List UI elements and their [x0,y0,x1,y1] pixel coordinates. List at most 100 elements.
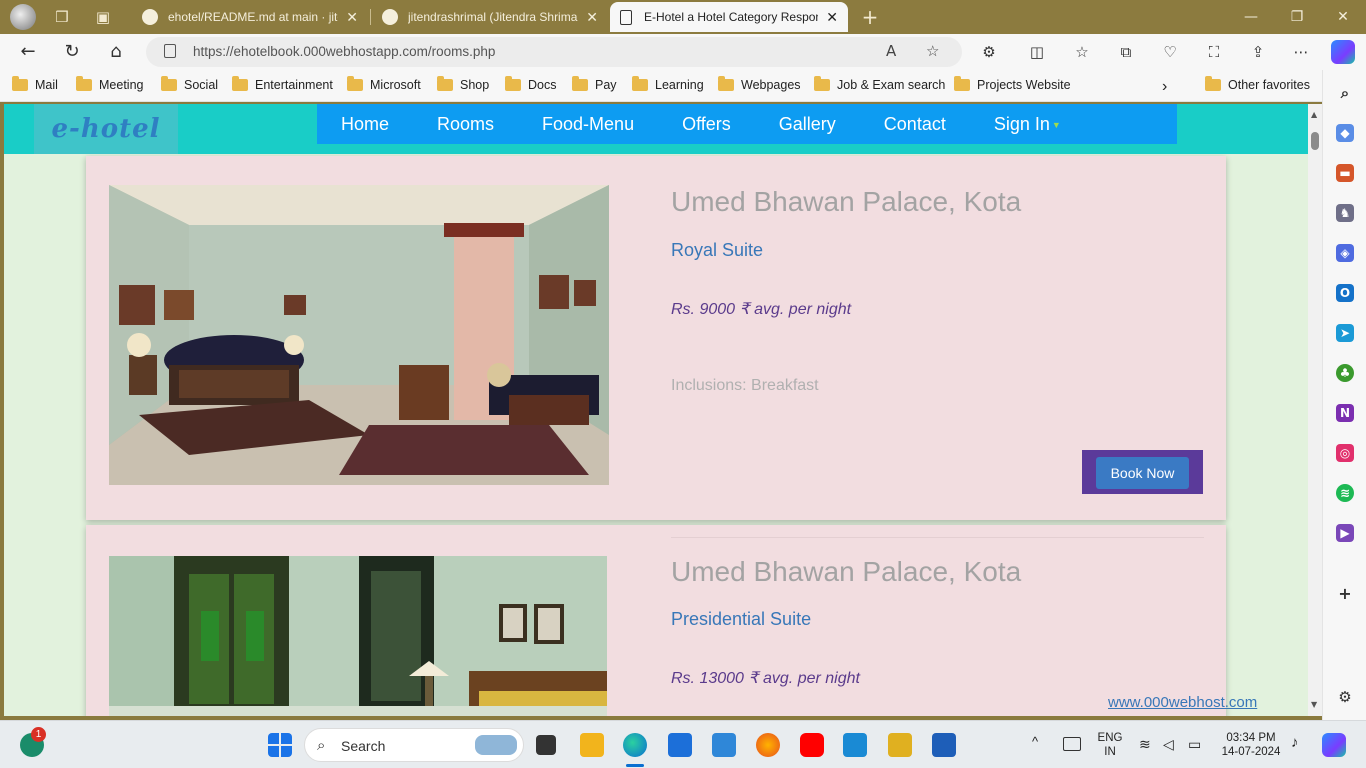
menu-offers[interactable]: Offers [682,114,731,135]
favorite-social[interactable]: Social [161,76,218,92]
taskbar-search[interactable]: ⌕ Search [304,728,524,762]
room-type: Presidential Suite [671,609,812,629]
add-icon[interactable]: + [1336,585,1354,603]
profile-avatar[interactable] [10,4,36,30]
vscode-icon[interactable] [843,733,867,757]
instagram-icon[interactable]: ◎ [1336,444,1354,462]
tab-ehotel[interactable]: E-Hotel a Hotel Category Respon ✕ [610,2,848,32]
games-icon[interactable]: ♞ [1336,204,1354,222]
favorite-star-icon[interactable]: ☆ [926,42,939,60]
file-explorer-icon[interactable] [580,733,604,757]
favorite-mail[interactable]: Mail [12,76,58,92]
favorite-shop[interactable]: Shop [437,76,489,92]
close-window-button[interactable]: ✕ [1320,4,1366,30]
menu-home[interactable]: Home [341,114,389,135]
browser-essentials-icon[interactable]: ♡ [1158,40,1182,64]
spotify-icon[interactable]: ≋ [1336,484,1354,502]
clipchamp-icon[interactable]: ▶ [1336,524,1354,542]
edge-icon[interactable] [623,733,647,757]
favorite-docs[interactable]: Docs [505,76,556,92]
close-tab-icon[interactable]: ✕ [826,9,838,26]
close-tab-icon[interactable]: ✕ [586,9,598,26]
store-icon[interactable] [668,733,692,757]
favorite-entertainment[interactable]: Entertainment [232,76,333,92]
onenote-icon[interactable]: N [1336,404,1354,422]
word-icon[interactable] [932,733,956,757]
more-menu-icon[interactable]: ⋯ [1289,40,1313,64]
menu-rooms[interactable]: Rooms [437,114,494,135]
scroll-up-icon[interactable]: ▲ [1311,110,1317,119]
folder-icon [814,76,830,91]
room-photo [109,556,607,716]
share-icon[interactable]: ⇪ [1246,40,1270,64]
tree-icon[interactable]: ♣ [1336,364,1354,382]
language-indicator[interactable]: ENG IN [1096,731,1124,759]
scroll-down-icon[interactable]: ▼ [1311,700,1317,709]
lock-icon[interactable] [164,44,176,58]
favorites-icon[interactable]: ☆ [1070,40,1094,64]
wifi-icon[interactable]: ≋ [1139,737,1151,751]
page-viewport: Umed Bhawan Palace, Kota Royal Suite Rs.… [4,104,1308,716]
favorite-webpages[interactable]: Webpages [718,76,801,92]
tab-profile[interactable]: jitendrashrimal (Jitendra Shrimal) ✕ [372,2,608,32]
favorite-other[interactable]: Other favorites [1205,76,1310,92]
favorite-projects[interactable]: Projects Website [954,76,1071,92]
copilot-sidebar-icon[interactable]: ◈ [1336,244,1354,262]
tools-icon[interactable]: ▬ [1336,164,1354,182]
menu-food[interactable]: Food-Menu [542,114,634,135]
close-tab-icon[interactable]: ✕ [346,9,358,26]
address-bar[interactable]: https://ehotelbook.000webhostapp.com/roo… [146,37,962,67]
windows-start-icon[interactable] [268,733,292,757]
firefox-icon[interactable] [756,733,780,757]
site-logo[interactable]: e-hotel [34,104,178,154]
telegram-icon[interactable]: ➤ [1336,324,1354,342]
new-tab-button[interactable]: + [860,7,880,27]
favorite-learning[interactable]: Learning [632,76,704,92]
page-icon [620,9,632,25]
task-view-icon[interactable] [536,735,556,755]
read-aloud-icon[interactable]: A [886,42,896,60]
battery-icon[interactable]: ▭ [1188,737,1201,751]
favorite-microsoft[interactable]: Microsoft [347,76,421,92]
favorite-meeting[interactable]: Meeting [76,76,143,92]
extensions-icon[interactable]: ⚙ [977,40,1001,64]
refresh-button[interactable]: ↻ [59,40,85,64]
search-icon[interactable]: ⌕ [1336,84,1354,102]
home-button[interactable]: ⌂ [103,40,129,64]
book-now-button[interactable]: Book Now [1096,457,1189,489]
outlook-icon[interactable]: O [1336,284,1354,302]
youtube-icon[interactable] [800,733,824,757]
screenshot-icon[interactable]: ⛶ [1202,40,1226,64]
scroll-thumb[interactable] [1311,132,1319,150]
favorite-job-exam[interactable]: Job & Exam search [814,76,945,92]
menu-gallery[interactable]: Gallery [779,114,836,135]
split-screen-icon[interactable]: ◫ [1025,40,1049,64]
collections-icon[interactable]: ⧉ [1114,40,1138,64]
menu-contact[interactable]: Contact [884,114,946,135]
minimize-button[interactable]: — [1228,4,1274,30]
tab-actions-icon[interactable]: ▣ [93,7,113,27]
tray-display-icon[interactable] [1063,737,1081,751]
clock[interactable]: 03:34 PM 14-07-2024 [1218,731,1284,759]
host-badge-link[interactable]: www.000webhost.com [1108,694,1257,711]
shopping-tag-icon[interactable]: ◆ [1336,124,1354,142]
region-text: IN [1104,746,1116,758]
copilot-icon[interactable] [1331,40,1355,64]
back-button[interactable]: ← [15,40,41,64]
restore-button[interactable]: ❐ [1274,4,1320,30]
copilot-taskbar-icon[interactable] [1322,733,1346,757]
mail-icon[interactable] [712,733,736,757]
page-scrollbar[interactable]: ▲ ▼ [1308,104,1322,716]
url-text[interactable]: https://ehotelbook.000webhostapp.com/roo… [193,44,495,59]
volume-icon[interactable]: ◁ [1163,737,1174,751]
notification-bell-icon[interactable]: ♪ [1291,735,1299,750]
favorites-more-chevron-icon[interactable]: › [1162,78,1167,96]
tray-chevron-up-icon[interactable]: ^ [1032,735,1038,749]
divider [671,537,1204,538]
powerbi-icon[interactable] [888,733,912,757]
workspaces-icon[interactable]: ❒ [52,7,72,27]
menu-sign-in[interactable]: Sign In ▼ [994,114,1061,135]
settings-icon[interactable]: ⚙ [1336,688,1354,706]
tab-readme[interactable]: ehotel/README.md at main · jite ✕ [132,2,368,32]
favorite-pay[interactable]: Pay [572,76,617,92]
